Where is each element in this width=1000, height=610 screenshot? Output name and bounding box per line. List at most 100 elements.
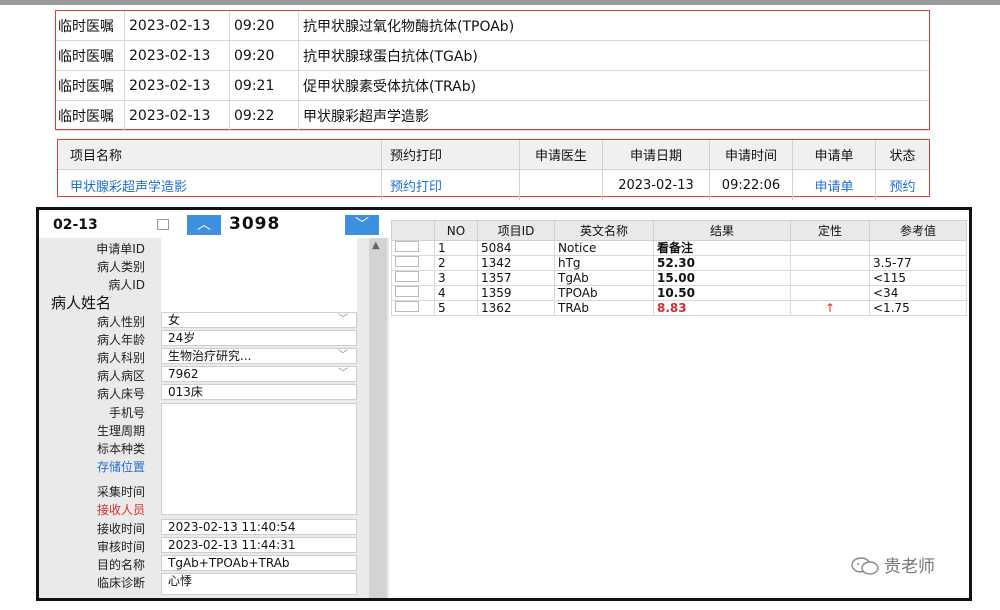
storage-location-link[interactable]: 存储位置 bbox=[49, 458, 145, 475]
order-date: 2023-02-13 bbox=[124, 70, 230, 101]
chevron-down-icon: ﹀ bbox=[338, 368, 348, 379]
appointment-status-link[interactable]: 预约 bbox=[876, 170, 930, 201]
row-checkbox[interactable] bbox=[391, 270, 435, 286]
label-bed: 病人床号 bbox=[96, 387, 145, 401]
row-checkbox[interactable] bbox=[391, 285, 435, 301]
result-no: 2 bbox=[434, 255, 478, 271]
appointment-print-link[interactable]: 预约打印 bbox=[381, 169, 520, 200]
result-ref: <34 bbox=[869, 285, 967, 301]
appointment-header-row: 项目名称 预约打印 申请医生 申请日期 申请时间 申请单 状态 bbox=[58, 140, 929, 170]
ward-value: 7962 bbox=[168, 367, 199, 381]
lis-window: 02-13 ︿ 3098 ﹀ 申请单ID 病人类别 病人ID 病人姓名 病人性别… bbox=[36, 207, 972, 601]
col-item-name: 项目名称 bbox=[58, 140, 382, 170]
next-sample-button[interactable]: ﹀ bbox=[345, 215, 379, 235]
label-gender: 病人性别 bbox=[96, 315, 145, 329]
appointment-item-link[interactable]: 甲状腺彩超声学造影 bbox=[58, 169, 382, 200]
table-row[interactable]: 4 1359 TPOAb 10.50 <34 bbox=[391, 285, 967, 301]
result-flag bbox=[790, 255, 870, 271]
result-flag bbox=[790, 285, 870, 301]
results-panel: NO 项目ID 英文名称 结果 定性 参考值 1 5084 Notice 看备注… bbox=[391, 210, 969, 598]
result-value: 看备注 bbox=[653, 240, 791, 256]
sample-date: 02-13 bbox=[53, 217, 98, 233]
chevron-down-icon: ﹀ bbox=[338, 314, 348, 325]
order-type: 临时医嘱 bbox=[56, 11, 125, 41]
result-id: 1342 bbox=[477, 255, 555, 271]
result-no: 4 bbox=[434, 285, 478, 301]
watermark: 贵老师 bbox=[850, 552, 935, 577]
gender-select[interactable]: 女 ﹀ bbox=[161, 312, 357, 328]
order-table: 临时医嘱 2023-02-13 09:20 抗甲状腺过氧化物酶抗体(TPOAb)… bbox=[56, 11, 929, 131]
table-row[interactable]: 临时医嘱 2023-02-13 09:22 甲状腺彩超声学造影 bbox=[56, 100, 929, 131]
top-gray-bar bbox=[0, 0, 1000, 5]
bed-field[interactable]: 013床 bbox=[161, 384, 357, 400]
result-value: 52.30 bbox=[653, 255, 791, 271]
result-no: 1 bbox=[434, 240, 478, 256]
col-date: 申请日期 bbox=[602, 140, 710, 170]
result-value: 15.00 bbox=[653, 270, 791, 286]
result-value: 10.50 bbox=[653, 285, 791, 301]
label-patient-name: 病人姓名 bbox=[51, 294, 112, 312]
result-flag bbox=[790, 270, 870, 286]
table-row[interactable]: 5 1362 TRAb 8.83 ↑ <1.75 bbox=[391, 300, 967, 316]
col-status: 状态 bbox=[875, 140, 929, 170]
col-result: 结果 bbox=[653, 220, 791, 241]
table-row[interactable]: 临时医嘱 2023-02-13 09:20 抗甲状腺球蛋白抗体(TGAb) bbox=[56, 40, 929, 71]
col-form: 申请单 bbox=[792, 140, 876, 170]
label-age: 病人年龄 bbox=[96, 333, 145, 347]
age-value: 24岁 bbox=[168, 331, 196, 345]
label-audit-time: 审核时间 bbox=[96, 540, 145, 554]
info-blank-area bbox=[161, 238, 357, 312]
dept-select[interactable]: 生物治疗研究... ﹀ bbox=[161, 348, 357, 364]
purpose-value: TgAb+TPOAb+TRAb bbox=[168, 556, 290, 570]
age-field[interactable]: 24岁 bbox=[161, 330, 357, 346]
result-name: hTg bbox=[554, 255, 654, 271]
scroll-up-icon[interactable]: ▲ bbox=[372, 240, 380, 251]
table-row[interactable]: 临时医嘱 2023-02-13 09:21 促甲状腺素受体抗体(TRAb) bbox=[56, 70, 929, 101]
appointment-form-link[interactable]: 申请单 bbox=[792, 169, 876, 200]
appointment-table: 项目名称 预约打印 申请医生 申请日期 申请时间 申请单 状态 甲状腺彩超声学造… bbox=[58, 140, 929, 200]
col-no: NO bbox=[434, 220, 478, 241]
calendar-icon[interactable] bbox=[157, 219, 169, 230]
col-en-name: 英文名称 bbox=[554, 220, 654, 241]
result-name: TPOAb bbox=[554, 285, 654, 301]
row-checkbox[interactable] bbox=[391, 240, 435, 256]
table-row[interactable]: 2 1342 hTg 52.30 3.5-77 bbox=[391, 255, 967, 271]
label-collect-time: 采集时间 bbox=[96, 485, 145, 499]
label-purpose: 目的名称 bbox=[96, 558, 145, 572]
row-checkbox[interactable] bbox=[391, 255, 435, 271]
label-specimen: 标本种类 bbox=[96, 442, 145, 456]
appointment-date: 2023-02-13 bbox=[602, 169, 710, 200]
gender-value: 女 bbox=[168, 313, 181, 327]
previous-sample-button[interactable]: ︿ bbox=[187, 215, 221, 235]
label-request-id: 申请单ID bbox=[96, 242, 145, 256]
diagnosis-field[interactable]: 心悸 bbox=[161, 573, 357, 595]
label-ward: 病人病区 bbox=[96, 369, 145, 383]
order-item: 抗甲状腺过氧化物酶抗体(TPOAb) bbox=[298, 11, 929, 41]
table-row[interactable]: 3 1357 TgAb 15.00 <115 bbox=[391, 270, 967, 286]
row-checkbox[interactable] bbox=[391, 300, 435, 316]
order-time: 09:20 bbox=[229, 40, 299, 71]
dept-value: 生物治疗研究... bbox=[168, 349, 252, 363]
purpose-field[interactable]: TgAb+TPOAb+TRAb bbox=[161, 555, 357, 571]
receive-time-value: 2023-02-13 11:40:54 bbox=[168, 520, 296, 534]
order-type: 临时医嘱 bbox=[56, 100, 125, 131]
result-value-abnormal: 8.83 bbox=[653, 300, 791, 316]
audit-time-field[interactable]: 2023-02-13 11:44:31 bbox=[161, 537, 357, 553]
table-row[interactable]: 1 5084 Notice 看备注 bbox=[391, 240, 967, 256]
info-scrollbar[interactable]: ▲ bbox=[369, 238, 387, 598]
table-row[interactable]: 临时医嘱 2023-02-13 09:20 抗甲状腺过氧化物酶抗体(TPOAb) bbox=[56, 11, 929, 41]
ward-select[interactable]: 7962 ﹀ bbox=[161, 366, 357, 382]
result-id: 1357 bbox=[477, 270, 555, 286]
appointment-time: 09:22:06 bbox=[709, 169, 793, 200]
extra-info-area[interactable] bbox=[161, 403, 357, 515]
label-receiver: 接收人员 bbox=[96, 503, 145, 517]
receive-time-field[interactable]: 2023-02-13 11:40:54 bbox=[161, 519, 357, 535]
col-time: 申请时间 bbox=[709, 140, 793, 170]
result-name: TRAb bbox=[554, 300, 654, 316]
order-time: 09:21 bbox=[229, 70, 299, 101]
bed-value: 013床 bbox=[168, 385, 203, 399]
patient-info-panel: 02-13 ︿ 3098 ﹀ 申请单ID 病人类别 病人ID 病人姓名 病人性别… bbox=[39, 210, 389, 598]
result-name: TgAb bbox=[554, 270, 654, 286]
order-item: 抗甲状腺球蛋白抗体(TGAb) bbox=[298, 40, 929, 71]
result-ref: <1.75 bbox=[869, 300, 967, 316]
